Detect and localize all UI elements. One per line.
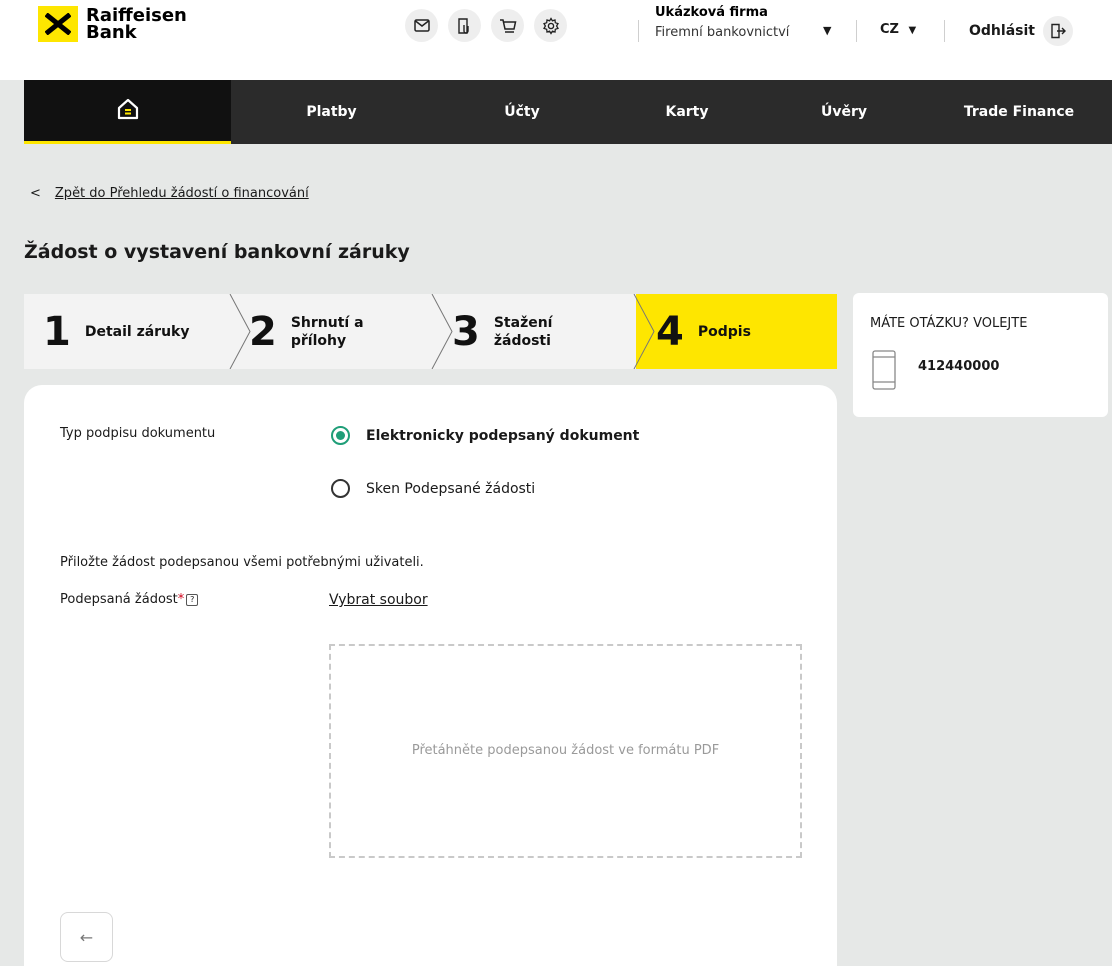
step-1[interactable]: 1 Detail záruky (43, 294, 205, 369)
step-label: Detail záruky (84, 323, 190, 340)
radio-electronic-signature[interactable]: Elektronicky podepsaný dokument (331, 426, 639, 445)
signed-request-text: Podepsaná žádost (60, 592, 178, 607)
radio-scan-label: Sken Podepsané žádosti (366, 480, 536, 497)
step-label: Shrnutí a přílohy (290, 314, 364, 349)
nav-trade-finance[interactable]: Trade Finance (926, 80, 1112, 144)
chevron-down-icon: ▼ (908, 25, 917, 36)
chevron-left-icon: < (30, 186, 41, 201)
signature-type-label: Typ podpisu dokumentu (60, 426, 216, 441)
company-selector[interactable]: Ukázková firma Firemní bankovnictví (655, 5, 789, 40)
step-number: 4 (656, 308, 684, 355)
company-dropdown-icon[interactable]: ▼ (823, 24, 831, 37)
language-label: CZ (880, 22, 899, 37)
required-asterisk: * (177, 592, 185, 607)
back-button[interactable]: ← (60, 912, 113, 962)
language-selector[interactable]: CZ ▼ (880, 22, 916, 37)
raiffeisen-logo[interactable]: Raiffeisen Bank (38, 6, 187, 42)
documents-icon[interactable] (448, 9, 481, 42)
signed-request-label: Podepsaná žádost*? (60, 592, 199, 607)
nav-uvery[interactable]: Úvěry (762, 80, 926, 144)
nav-platby[interactable]: Platby (231, 80, 432, 144)
dropzone-text: Přetáhněte podepsanou žádost ve formátu … (411, 743, 720, 758)
logo-text: Raiffeisen Bank (86, 7, 187, 43)
progress-stepper: 1 Detail záruky 2 Shrnutí a přílohy 3 St… (24, 294, 837, 369)
attach-instruction: Přiložte žádost podepsanou všemi potřebn… (60, 555, 424, 570)
help-icon[interactable]: ? (186, 594, 199, 606)
step-label: Podpis (697, 323, 751, 340)
phone-icon (872, 350, 896, 394)
arrow-left-icon: ← (79, 927, 94, 947)
radio-scan-signature[interactable]: Sken Podepsané žádosti (331, 479, 535, 498)
main-navigation: Platby Účty Karty Úvěry Trade Finance (24, 80, 1112, 144)
header-divider (638, 20, 639, 42)
logo-line-2: Bank (86, 22, 137, 43)
radio-unselected-icon (331, 479, 350, 498)
step-label: Stažení žádosti (493, 314, 553, 349)
company-subtitle: Firemní bankovnictví (655, 25, 790, 40)
home-icon (116, 98, 140, 124)
nav-karty[interactable]: Karty (612, 80, 762, 144)
top-header: Raiffeisen Bank Ukázková firma Firemní b… (0, 0, 1112, 80)
cart-icon[interactable] (491, 9, 524, 42)
logo-mark-icon (38, 6, 78, 42)
phone-number[interactable]: 412440000 (918, 359, 999, 374)
header-icon-group (405, 9, 567, 42)
nav-home[interactable] (24, 80, 231, 144)
help-contact-card: MÁTE OTÁZKU? VOLEJTE 412440000 (853, 293, 1108, 417)
nav-ucty[interactable]: Účty (432, 80, 612, 144)
file-dropzone[interactable]: Přetáhněte podepsanou žádost ve formátu … (329, 644, 802, 858)
step-4-active[interactable]: 4 Podpis (656, 294, 751, 369)
page-title: Žádost o vystavení bankovní záruky (24, 241, 410, 263)
step-number: 2 (249, 308, 277, 355)
settings-icon[interactable] (534, 9, 567, 42)
company-name: Ukázková firma (655, 5, 768, 20)
mail-icon[interactable] (405, 9, 438, 42)
radio-selected-icon (331, 426, 350, 445)
help-title: MÁTE OTÁZKU? VOLEJTE (870, 316, 1028, 331)
select-file-link[interactable]: Vybrat soubor (329, 592, 428, 608)
radio-electronic-label: Elektronicky podepsaný dokument (366, 427, 640, 444)
step-number: 3 (452, 308, 480, 355)
step-3[interactable]: 3 Stažení žádosti (452, 294, 574, 369)
logout-button[interactable]: Odhlásit (969, 16, 1073, 46)
back-link-label: Zpět do Přehledu žádostí o financování (54, 186, 309, 201)
logout-label: Odhlásit (969, 23, 1035, 39)
step-number: 1 (43, 308, 71, 355)
logout-icon (1042, 16, 1073, 46)
header-divider (856, 20, 857, 42)
step-2[interactable]: 2 Shrnutí a přílohy (249, 294, 381, 369)
header-divider (944, 20, 945, 42)
back-to-overview-link[interactable]: < Zpět do Přehledu žádostí o financování (30, 186, 309, 201)
